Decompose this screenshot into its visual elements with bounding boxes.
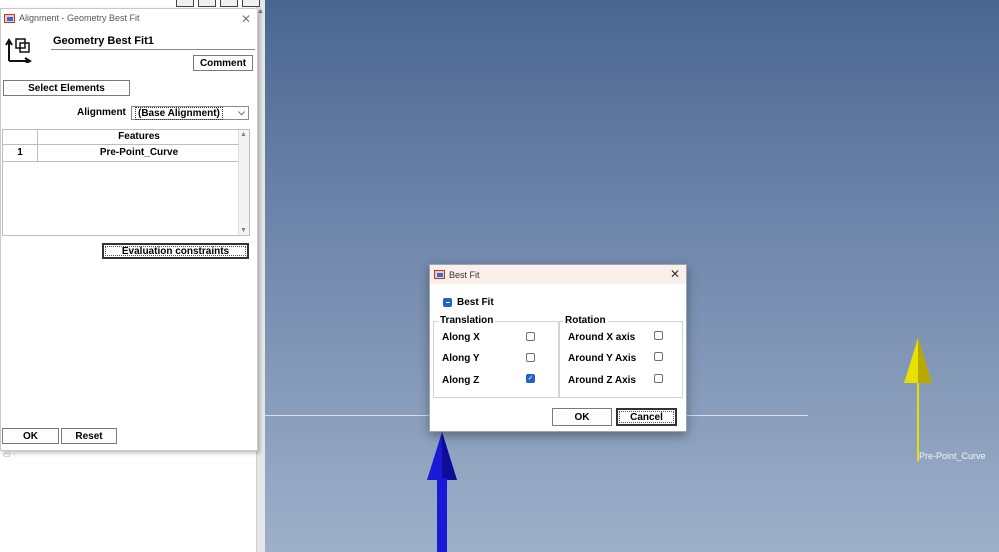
scroll-down-icon[interactable]: ▼ <box>240 227 247 234</box>
around-z-checkbox[interactable] <box>654 374 663 383</box>
evaluation-constraints-button[interactable]: Evaluation constraints <box>102 243 249 259</box>
rotation-title: Rotation <box>563 315 608 326</box>
collapsed-panel-icon[interactable]: ▭ · <box>3 450 15 459</box>
around-x-label: Around X axis <box>568 332 636 343</box>
blue-arrow-shaft <box>437 478 447 552</box>
along-y-label: Along Y <box>442 353 480 364</box>
app-icon <box>434 270 445 279</box>
table-cell-feature: Pre-Point_Curve <box>99 147 179 158</box>
table-header: Features <box>3 130 240 145</box>
table-scrollbar[interactable]: ▲ ▼ <box>238 130 249 235</box>
alignment-panel: Alignment - Geometry Best Fit ✕ Geometry… <box>0 8 258 451</box>
best-fit-dialog: Best Fit ✕ Best Fit Translation Along X … <box>429 264 687 432</box>
table-header-num <box>3 130 38 144</box>
translation-title: Translation <box>438 315 496 326</box>
dialog-cancel-button[interactable]: Cancel <box>616 408 677 426</box>
blue-vector-arrow <box>427 432 457 552</box>
along-x-label: Along X <box>442 332 480 343</box>
toolbar-button[interactable] <box>242 0 260 7</box>
along-z-label: Along Z <box>442 375 480 386</box>
toolbar-button[interactable] <box>176 0 194 7</box>
comment-button[interactable]: Comment <box>193 55 253 71</box>
along-x-checkbox[interactable] <box>526 332 535 341</box>
dialog-title: Best Fit <box>449 269 480 280</box>
around-y-checkbox[interactable] <box>654 352 663 361</box>
alignment-select-value: (Base Alignment) <box>135 106 223 120</box>
alignment-select[interactable]: (Base Alignment) ⌵ <box>131 106 249 120</box>
name-field[interactable]: Geometry Best Fit1 <box>51 35 255 50</box>
best-fit-checkbox[interactable] <box>443 298 452 307</box>
table-row[interactable]: 1 Pre-Point_Curve <box>3 145 240 162</box>
close-icon[interactable]: ✕ <box>670 267 680 281</box>
app-icon <box>4 13 15 23</box>
select-elements-button[interactable]: Select Elements <box>3 80 130 96</box>
yellow-arrow-shaft <box>917 383 919 461</box>
scroll-up-icon[interactable]: ▲ <box>240 131 247 138</box>
chevron-down-icon: ⌵ <box>238 107 245 117</box>
reset-button[interactable]: Reset <box>61 428 117 444</box>
panel-titlebar: Alignment - Geometry Best Fit <box>1 9 257 27</box>
toolbar-button[interactable] <box>220 0 238 7</box>
yellow-arrow-head-shade <box>918 338 932 383</box>
around-z-label: Around Z Axis <box>568 375 636 386</box>
best-fit-label: Best Fit <box>457 297 494 308</box>
yellow-vector-arrow <box>904 338 932 461</box>
along-z-checkbox[interactable]: ✓ <box>526 374 535 383</box>
around-x-checkbox[interactable] <box>654 331 663 340</box>
around-y-label: Around Y Axis <box>568 353 637 364</box>
toolbar-stub <box>176 0 260 7</box>
scroll-up-icon[interactable]: ▲ <box>257 8 264 15</box>
dialog-titlebar: Best Fit <box>430 265 686 284</box>
curve-label: Pre-Point_Curve <box>919 451 986 461</box>
dialog-ok-button[interactable]: OK <box>552 408 612 426</box>
features-table: Features 1 Pre-Point_Curve ▲ ▼ <box>2 129 250 236</box>
close-icon[interactable]: ✕ <box>241 12 251 26</box>
blue-arrow-head-shade <box>442 432 457 480</box>
along-y-checkbox[interactable] <box>526 353 535 362</box>
table-header-features: Features <box>118 131 160 142</box>
table-cell-num: 1 <box>3 145 38 161</box>
panel-title: Alignment - Geometry Best Fit <box>19 13 140 23</box>
alignment-label: Alignment <box>77 107 126 118</box>
ok-button[interactable]: OK <box>2 428 59 444</box>
best-fit-icon <box>5 38 32 63</box>
toolbar-button[interactable] <box>198 0 216 7</box>
